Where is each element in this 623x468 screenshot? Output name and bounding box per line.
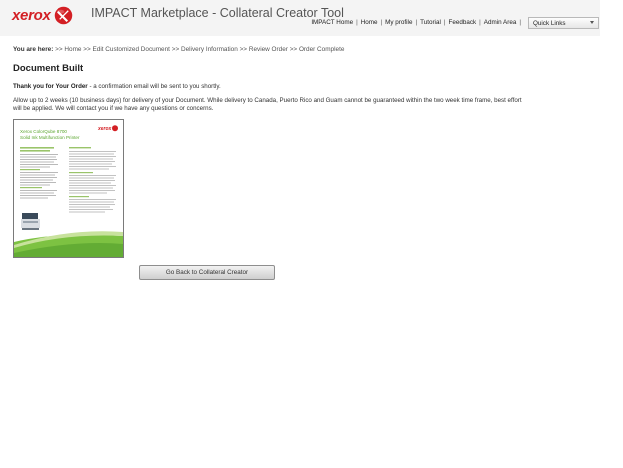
confirmation-rest: - a confirmation email will be sent to y… xyxy=(87,83,221,90)
breadcrumb-separator: >> xyxy=(83,46,93,53)
nav-separator: | xyxy=(443,19,446,26)
nav-impact-home[interactable]: IMPACT Home xyxy=(311,19,353,26)
header: xerox IMPACT Marketplace - Collateral Cr… xyxy=(0,0,600,36)
xerox-logo[interactable]: xerox xyxy=(12,4,73,26)
nav-separator: | xyxy=(380,19,383,26)
quick-links-label: Quick Links xyxy=(533,19,566,27)
nav-separator: | xyxy=(356,19,358,26)
delivery-note: Allow up to 2 weeks (10 business days) f… xyxy=(13,97,522,112)
breadcrumb-review-order[interactable]: Review Order xyxy=(249,46,288,53)
chevron-down-icon xyxy=(590,21,594,24)
breadcrumb-home[interactable]: Home xyxy=(64,46,81,53)
printer-image xyxy=(21,213,40,230)
logo-wordmark: xerox xyxy=(12,6,51,24)
breadcrumb-separator: >> xyxy=(171,46,181,53)
confirmation-bold: Thank you for Your Order xyxy=(13,83,88,90)
go-back-button[interactable]: Go Back to Collateral Creator xyxy=(139,265,275,280)
app-title: IMPACT Marketplace - Collateral Creator … xyxy=(91,6,344,20)
nav-my-profile[interactable]: My profile xyxy=(385,19,412,26)
breadcrumb-lead: You are here: xyxy=(13,46,54,53)
thumbnail-brand: xerox xyxy=(97,126,112,132)
nav-admin-area[interactable]: Admin Area xyxy=(484,19,517,26)
page: xerox IMPACT Marketplace - Collateral Cr… xyxy=(0,0,623,468)
nav-separator: | xyxy=(415,19,418,26)
breadcrumb-separator: >> xyxy=(239,46,249,53)
nav-feedback[interactable]: Feedback xyxy=(449,19,477,26)
nav-separator: | xyxy=(479,19,481,26)
xerox-logo-icon xyxy=(54,6,72,24)
thumbnail-heading-2: Solid Ink Multifunction Printer xyxy=(20,135,80,140)
breadcrumb-order-complete: Order Complete xyxy=(298,46,345,53)
nav-separator: | xyxy=(519,19,521,26)
document-preview-image: xerox Xerox ColorQube 8700 Solid Ink Mul… xyxy=(14,120,123,257)
document-thumbnail[interactable]: xerox Xerox ColorQube 8700 Solid Ink Mul… xyxy=(13,119,124,258)
nav-tutorial[interactable]: Tutorial xyxy=(420,19,441,26)
top-nav: IMPACT Home | Home | My profile | Tutori… xyxy=(311,19,524,26)
breadcrumb-separator: >> xyxy=(289,46,299,53)
thumbnail-heading-1: Xerox ColorQube 8700 xyxy=(20,129,67,134)
breadcrumb-delivery-info[interactable]: Delivery Information xyxy=(181,46,238,53)
confirmation-message: Thank you for Your Order - a confirmatio… xyxy=(13,83,221,90)
page-title: Document Built xyxy=(13,63,84,74)
nav-home[interactable]: Home xyxy=(361,19,378,26)
breadcrumb: You are here: >> Home >> Edit Customized… xyxy=(13,46,344,53)
breadcrumb-edit-document[interactable]: Edit Customized Document xyxy=(93,46,170,53)
quick-links-select[interactable]: Quick Links xyxy=(528,17,599,29)
